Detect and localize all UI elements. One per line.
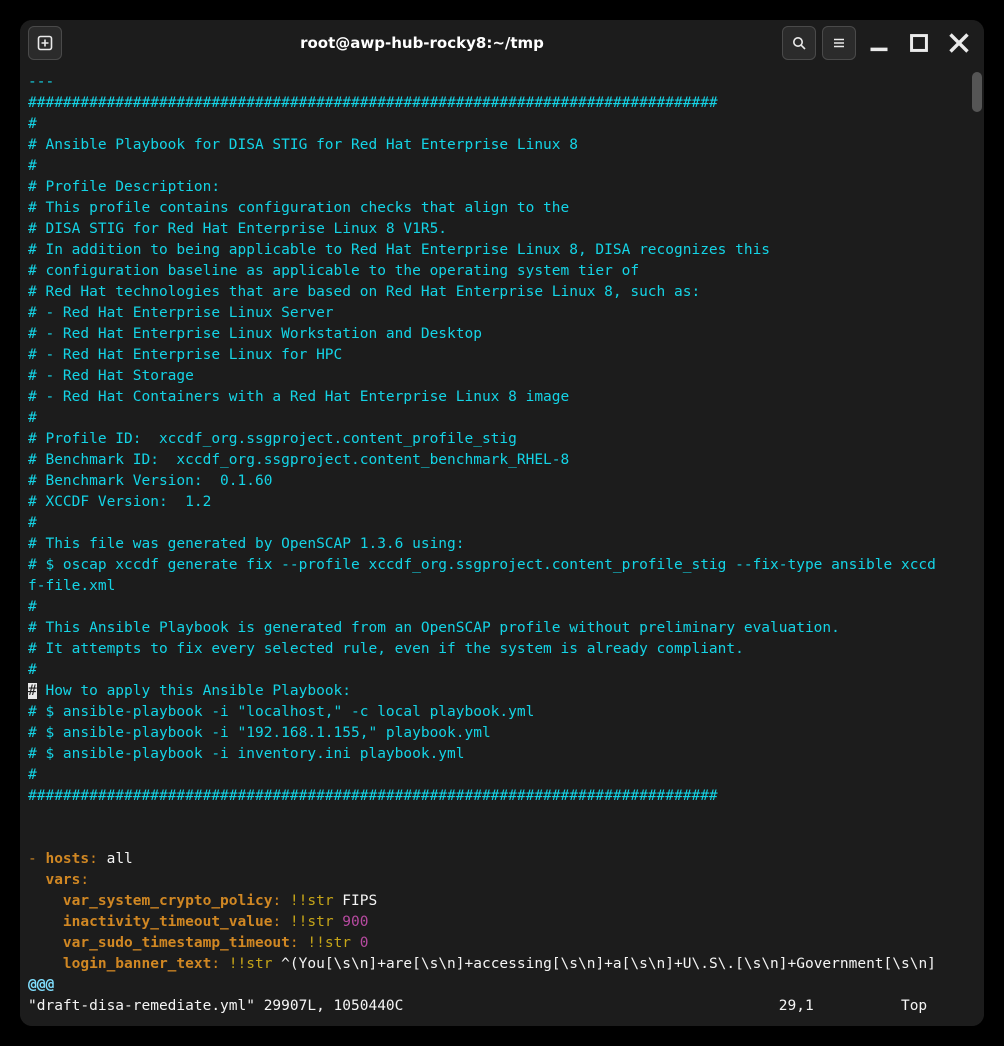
scrollbar-track[interactable] [972,72,982,1020]
menu-button[interactable] [822,26,856,60]
maximize-icon [902,26,936,60]
vim-status-line: @@@ "draft-disa-remediate.yml" 29907L, 1… [28,975,964,1017]
close-button[interactable] [942,26,976,60]
titlebar: root@awp-hub-rocky8:~/tmp [20,20,984,66]
terminal-body[interactable]: --- ####################################… [20,66,984,1026]
close-icon [942,26,976,60]
search-button[interactable] [782,26,816,60]
search-icon [791,35,807,51]
minimize-button[interactable] [862,26,896,60]
maximize-button[interactable] [902,26,936,60]
hamburger-icon [831,35,847,51]
new-tab-button[interactable] [28,26,62,60]
window-title: root@awp-hub-rocky8:~/tmp [68,34,776,52]
scrollbar-thumb[interactable] [972,72,982,112]
plus-box-icon [37,35,53,51]
terminal-content[interactable]: --- ####################################… [28,72,964,975]
terminal-window: root@awp-hub-rocky8:~/tmp [20,20,984,1026]
minimize-icon [862,26,896,60]
